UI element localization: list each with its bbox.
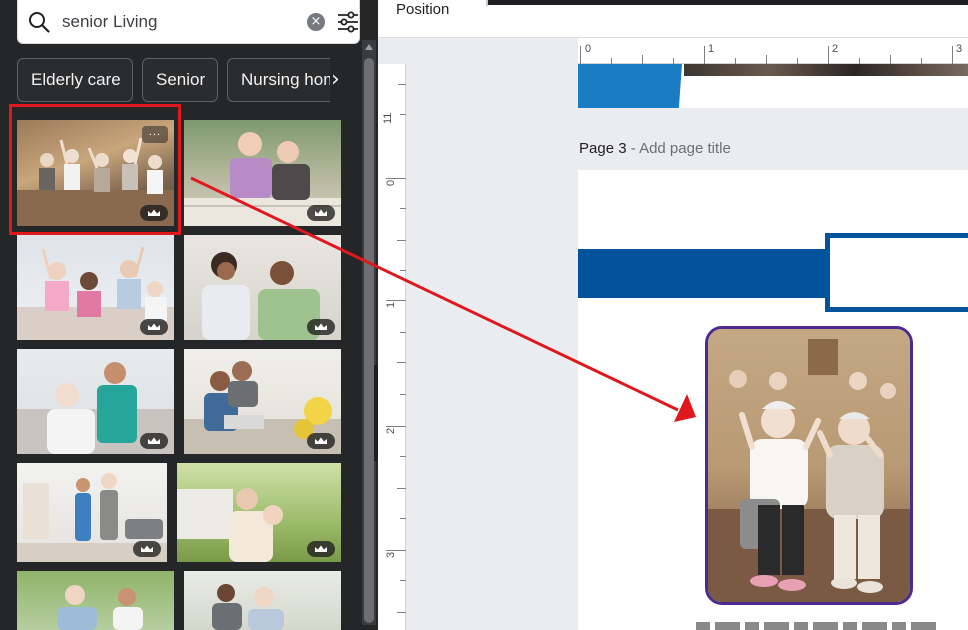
ruler-label-v1: 1 — [385, 302, 397, 308]
add-page-title[interactable]: Add page title — [639, 140, 731, 157]
crown-icon — [307, 205, 335, 221]
panel-scrollbar-thumb[interactable] — [364, 58, 374, 623]
photo-nurse-with-senior-woman[interactable] — [17, 349, 174, 454]
ruler-label-0: 0 — [585, 43, 591, 55]
canvas-background — [378, 38, 578, 64]
photo-caregiver-walking-senior[interactable] — [17, 463, 167, 562]
page-title[interactable]: Page 3 - Add page title — [579, 140, 731, 157]
crown-icon — [140, 433, 168, 449]
search-bar[interactable]: senior Living × — [17, 0, 360, 44]
position-button[interactable]: Position — [396, 1, 449, 18]
photo-senior-couple-laptop[interactable] — [184, 349, 341, 454]
close-icon[interactable]: × — [307, 13, 325, 31]
page-title-separator: - — [626, 140, 640, 157]
page-number: Page 3 — [579, 140, 627, 157]
filter-icon[interactable] — [336, 10, 360, 34]
blue-shape[interactable] — [578, 64, 682, 108]
crown-icon — [133, 541, 161, 557]
photo-senior-outdoors[interactable] — [17, 571, 174, 630]
ruler-label-3: 3 — [956, 43, 962, 55]
previous-page-canvas[interactable] — [578, 64, 968, 108]
placed-photo-seniors-exercising[interactable] — [708, 329, 910, 602]
chip-senior[interactable]: Senior — [142, 58, 218, 102]
photo-senior-couple-garden[interactable] — [177, 463, 341, 562]
ruler-label-1: 1 — [708, 43, 714, 55]
previous-page-photo[interactable] — [684, 64, 968, 76]
ruler-label-v0: 0 — [385, 180, 397, 186]
crown-icon — [307, 433, 335, 449]
page-3-canvas[interactable] — [578, 170, 968, 630]
page-body-text[interactable] — [696, 622, 946, 630]
placed-image-frame[interactable] — [705, 326, 913, 605]
search-input[interactable]: senior Living — [62, 12, 157, 32]
chips-scroll-right[interactable]: › — [330, 58, 348, 102]
vertical-ruler-ticks: 11 0 1 2 3 — [382, 84, 406, 613]
ruler-label-v3: 3 — [385, 552, 397, 558]
editor-topbar: Position — [378, 0, 968, 38]
photo-caregiver-senior-park[interactable] — [184, 571, 341, 630]
crown-icon — [307, 541, 335, 557]
vertical-ruler: 11 0 1 2 3 — [378, 64, 406, 630]
selected-image-highlight — [9, 104, 181, 235]
panel-scrollbar[interactable] — [362, 40, 376, 625]
chevron-right-icon: › — [331, 67, 340, 92]
photo-caregiver-senior-park-art — [212, 584, 284, 630]
ruler-label-11: 11 — [382, 113, 394, 124]
scroll-up-icon[interactable] — [365, 44, 373, 50]
horizontal-ruler: 0 1 2 3 — [578, 38, 968, 64]
horizontal-ruler-ticks: 0 1 2 3 — [580, 43, 962, 64]
ruler-label-2: 2 — [832, 43, 838, 55]
crown-icon — [307, 319, 335, 335]
photo-seniors-cheering[interactable] — [17, 235, 174, 340]
topbar-strip — [488, 0, 968, 5]
photo-senior-couple-porch[interactable] — [184, 120, 341, 226]
ruler-label-v2: 2 — [385, 428, 397, 434]
crown-icon — [140, 319, 168, 335]
search-icon — [29, 12, 50, 33]
chip-elderly-care[interactable]: Elderly care — [17, 58, 133, 102]
image-search-panel: senior Living × Elderly care Senior Nurs… — [0, 0, 378, 630]
photo-senior-outdoors-art — [57, 585, 143, 630]
outlined-rectangle-shape[interactable] — [825, 233, 968, 312]
photo-caregiver-with-senior-man[interactable] — [184, 235, 341, 340]
chip-nursing-home[interactable]: Nursing home — [227, 58, 347, 102]
